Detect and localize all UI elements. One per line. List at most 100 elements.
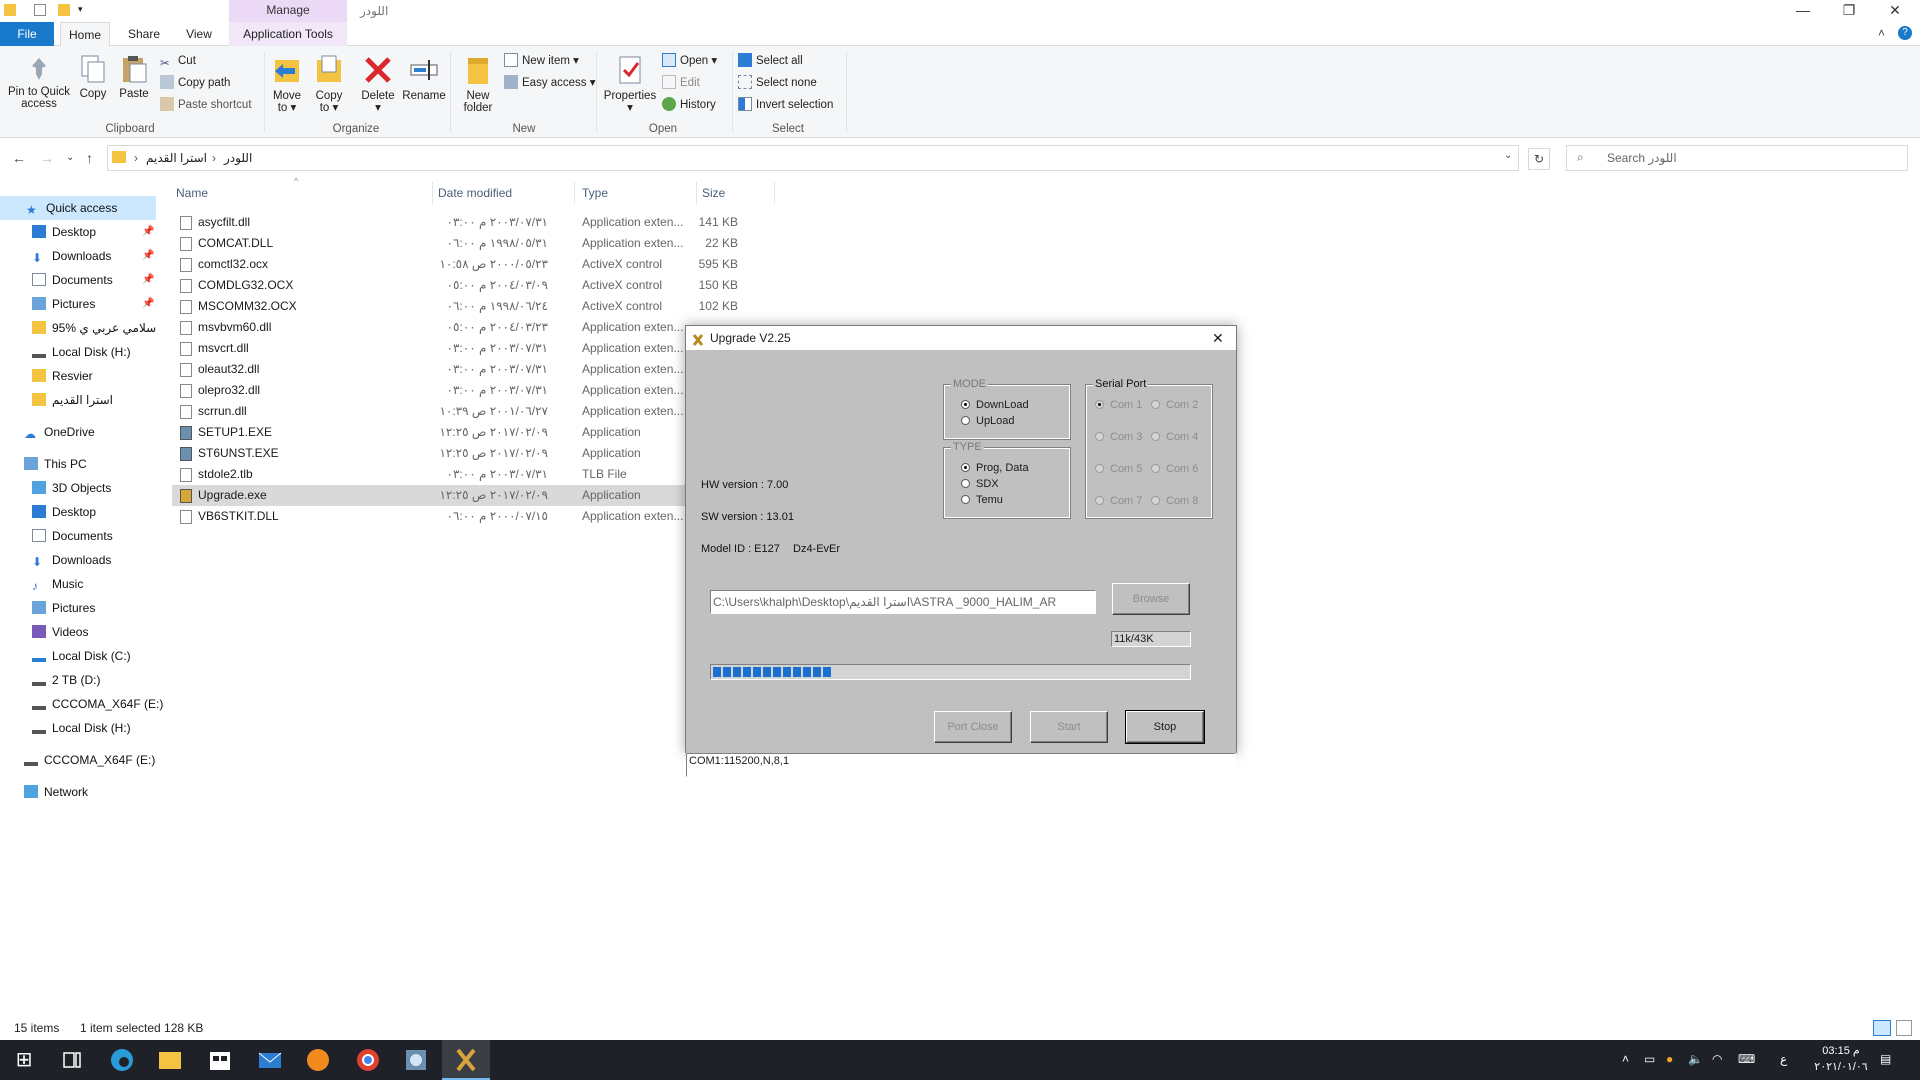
nav-pc-item[interactable]: Documents (32, 524, 156, 548)
satellite-app-icon[interactable] (392, 1040, 440, 1080)
new-item-button[interactable]: New item ▾ (504, 52, 579, 70)
easy-access-button[interactable]: Easy access ▾ (504, 74, 596, 92)
chrome-icon[interactable] (344, 1040, 392, 1080)
radio-com4[interactable]: Com 4 (1151, 430, 1198, 444)
nav-item-resvier[interactable]: Resvier (32, 364, 156, 388)
nav-pc-item[interactable]: ⬇ Downloads (32, 548, 156, 572)
action-center-icon[interactable]: ▤ (1880, 1052, 1891, 1066)
file-row[interactable]: MSCOMM32.OCX ١٩٩٨/٠٦/٢٤ م ٠٦:٠٠ ActiveX co… (172, 296, 738, 317)
address-dropdown-icon[interactable]: ⌄ (1504, 150, 1512, 161)
file-row[interactable]: ST6UNST.EXE ٢٠١٧/٠٢/٠٩ ص ١٢:٢٥ Application (172, 443, 692, 464)
radio-com8[interactable]: Com 8 (1151, 494, 1198, 508)
file-row[interactable]: msvcrt.dll ٢٠٠٣/٠٧/٣١ م ٠٣:٠٠ Application … (172, 338, 692, 359)
nav-pc-item[interactable]: CCCOMA_X64F (E:) (32, 692, 163, 716)
nav-pc-item[interactable]: 3D Objects (32, 476, 156, 500)
column-header-name[interactable]: Name (176, 186, 208, 200)
file-row[interactable]: stdole2.tlb ٢٠٠٣/٠٧/٣١ م ٠٣:٠٠ TLB File (172, 464, 692, 485)
file-row[interactable]: Upgrade.exe ٢٠١٧/٠٢/٠٩ ص ١٢:٢٥ Application (172, 485, 692, 506)
column-header-size[interactable]: Size (702, 186, 725, 200)
volume-icon[interactable]: 🔈 (1688, 1052, 1703, 1066)
collapse-ribbon-icon[interactable]: ˄ (1878, 26, 1885, 40)
nav-item-astra[interactable]: استرا القديم (32, 388, 156, 412)
move-to-button[interactable]: Move to ▾ (268, 54, 306, 114)
forward-arrow-icon[interactable]: → (40, 150, 54, 166)
nav-pc-item[interactable]: Pictures (32, 596, 156, 620)
open-button[interactable]: Open ▾ (662, 52, 717, 70)
tray-app-icon[interactable]: ● (1666, 1052, 1673, 1066)
task-view-button[interactable] (48, 1040, 96, 1080)
dialog-title-bar[interactable]: Upgrade V2.25 ✕ (686, 326, 1236, 350)
recent-locations-chevron-icon[interactable]: ⌄ (66, 152, 74, 163)
radio-com6[interactable]: Com 6 (1151, 462, 1198, 476)
device-icon[interactable]: ▭ (1644, 1052, 1655, 1066)
radio-download[interactable]: DownLoad (961, 398, 1029, 412)
column-header-date[interactable]: Date modified (438, 186, 512, 200)
up-arrow-icon[interactable]: ↑ (86, 150, 93, 166)
back-arrow-icon[interactable]: ← (12, 150, 26, 166)
invert-selection-button[interactable]: Invert selection (738, 96, 833, 114)
nav-onedrive[interactable]: ☁ OneDrive (24, 420, 156, 444)
pin-to-quick-access-button[interactable]: Pin to Quick access (4, 56, 74, 110)
port-close-button[interactable]: Port Close (934, 711, 1012, 743)
nav-quick-access[interactable]: ★ Quick access (0, 196, 156, 220)
nav-pc-item[interactable]: Local Disk (H:) (32, 716, 156, 740)
wifi-icon[interactable]: ◠ (1712, 1052, 1722, 1066)
file-row[interactable]: asycfilt.dll ٢٠٠٣/٠٧/٣١ م ٠٣:٠٠ Applicatio… (172, 212, 738, 233)
properties-icon[interactable] (34, 4, 46, 16)
file-row[interactable]: oleaut32.dll ٢٠٠٣/٠٧/٣١ م ٠٣:٠٠ Applicatio… (172, 359, 692, 380)
file-row[interactable]: comctl32.ocx ٢٠٠٠/٠٥/٢٣ ص ١٠:٥٨ ActiveX co… (172, 254, 738, 275)
select-none-button[interactable]: Select none (738, 74, 817, 92)
edit-button[interactable]: Edit (662, 74, 700, 92)
nav-item-local-disk-h[interactable]: Local Disk (H:) (32, 340, 156, 364)
radio-com5[interactable]: Com 5 (1095, 462, 1142, 476)
browse-button[interactable]: Browse (1112, 583, 1190, 615)
tab-share[interactable]: Share (116, 22, 172, 46)
nav-item-folder[interactable]: 95% اسلامي عربي ي (32, 316, 156, 340)
file-path-input[interactable]: C:\Users\khalph\Desktop\استرا القديم\AST… (710, 590, 1096, 614)
breadcrumb-item[interactable]: استرا القديم (146, 151, 207, 165)
radio-sdx[interactable]: SDX (961, 477, 999, 491)
file-row[interactable]: SETUP1.EXE ٢٠١٧/٠٢/٠٩ ص ١٢:٢٥ Application (172, 422, 692, 443)
details-view-icon[interactable] (1873, 1020, 1891, 1036)
show-hidden-icons-icon[interactable]: ˄ (1622, 1052, 1629, 1066)
tab-view[interactable]: View (176, 22, 222, 46)
edge-icon[interactable] (98, 1040, 146, 1080)
file-row[interactable]: scrrun.dll ٢٠٠١/٠٦/٢٧ ص ١٠:٣٩ Application … (172, 401, 692, 422)
nav-pc-item[interactable]: Desktop (32, 500, 156, 524)
refresh-icon[interactable]: ↻ (1528, 148, 1550, 170)
close-button[interactable]: ✕ (1872, 0, 1918, 22)
file-row[interactable]: COMDLG32.OCX ٢٠٠٤/٠٣/٠٩ م ٠٥:٠٠ ActiveX co… (172, 275, 738, 296)
minimize-button[interactable]: — (1780, 0, 1826, 22)
tab-application-tools[interactable]: Application Tools (229, 22, 347, 46)
radio-prog-data[interactable]: Prog, Data (961, 461, 1029, 475)
file-row[interactable]: msvbvm60.dll ٢٠٠٤/٠٣/٢٣ م ٠٥:٠٠ Applicatio… (172, 317, 692, 338)
clock[interactable]: 03:15 م ٢٠٢١/٠١/٠٦ (1806, 1044, 1876, 1073)
nav-pc-item[interactable]: Videos (32, 620, 156, 644)
search-box[interactable]: ⌕ Search اللودر (1566, 145, 1908, 171)
radio-com3[interactable]: Com 3 (1095, 430, 1142, 444)
copy-to-button[interactable]: Copy to ▾ (310, 54, 348, 114)
copy-button[interactable]: Copy (76, 54, 110, 100)
start-button[interactable]: Start (1030, 711, 1108, 743)
mail-icon[interactable] (246, 1040, 294, 1080)
nav-item-documents[interactable]: Documents 📌 (32, 268, 156, 292)
customize-quick-access-icon[interactable]: ▾ (78, 4, 83, 15)
nav-pc-item[interactable]: ♪ Music (32, 572, 156, 596)
radio-upload[interactable]: UpLoad (961, 414, 1015, 428)
radio-com1[interactable]: Com 1 (1095, 398, 1142, 412)
keyboard-icon[interactable]: ⌨ (1738, 1052, 1755, 1066)
store-icon[interactable] (196, 1040, 244, 1080)
copy-path-button[interactable]: Copy path (160, 74, 230, 92)
properties-button[interactable]: Properties ▾ (602, 54, 658, 114)
upgrade-app-icon[interactable] (442, 1040, 490, 1080)
new-folder-button[interactable]: New folder (454, 54, 502, 114)
nav-item-downloads[interactable]: ⬇ Downloads 📌 (32, 244, 156, 268)
nav-pc-item[interactable]: 2 TB (D:) (32, 668, 156, 692)
radio-com2[interactable]: Com 2 (1151, 398, 1198, 412)
paste-shortcut-button[interactable]: Paste shortcut (160, 96, 252, 114)
file-row[interactable]: olepro32.dll ٢٠٠٣/٠٧/٣١ م ٠٣:٠٠ Applicatio… (172, 380, 692, 401)
nav-this-pc[interactable]: This PC (24, 452, 156, 476)
rename-button[interactable]: Rename (402, 54, 446, 102)
nav-item-pictures[interactable]: Pictures 📌 (32, 292, 156, 316)
cut-button[interactable]: ✂ Cut (160, 52, 196, 70)
